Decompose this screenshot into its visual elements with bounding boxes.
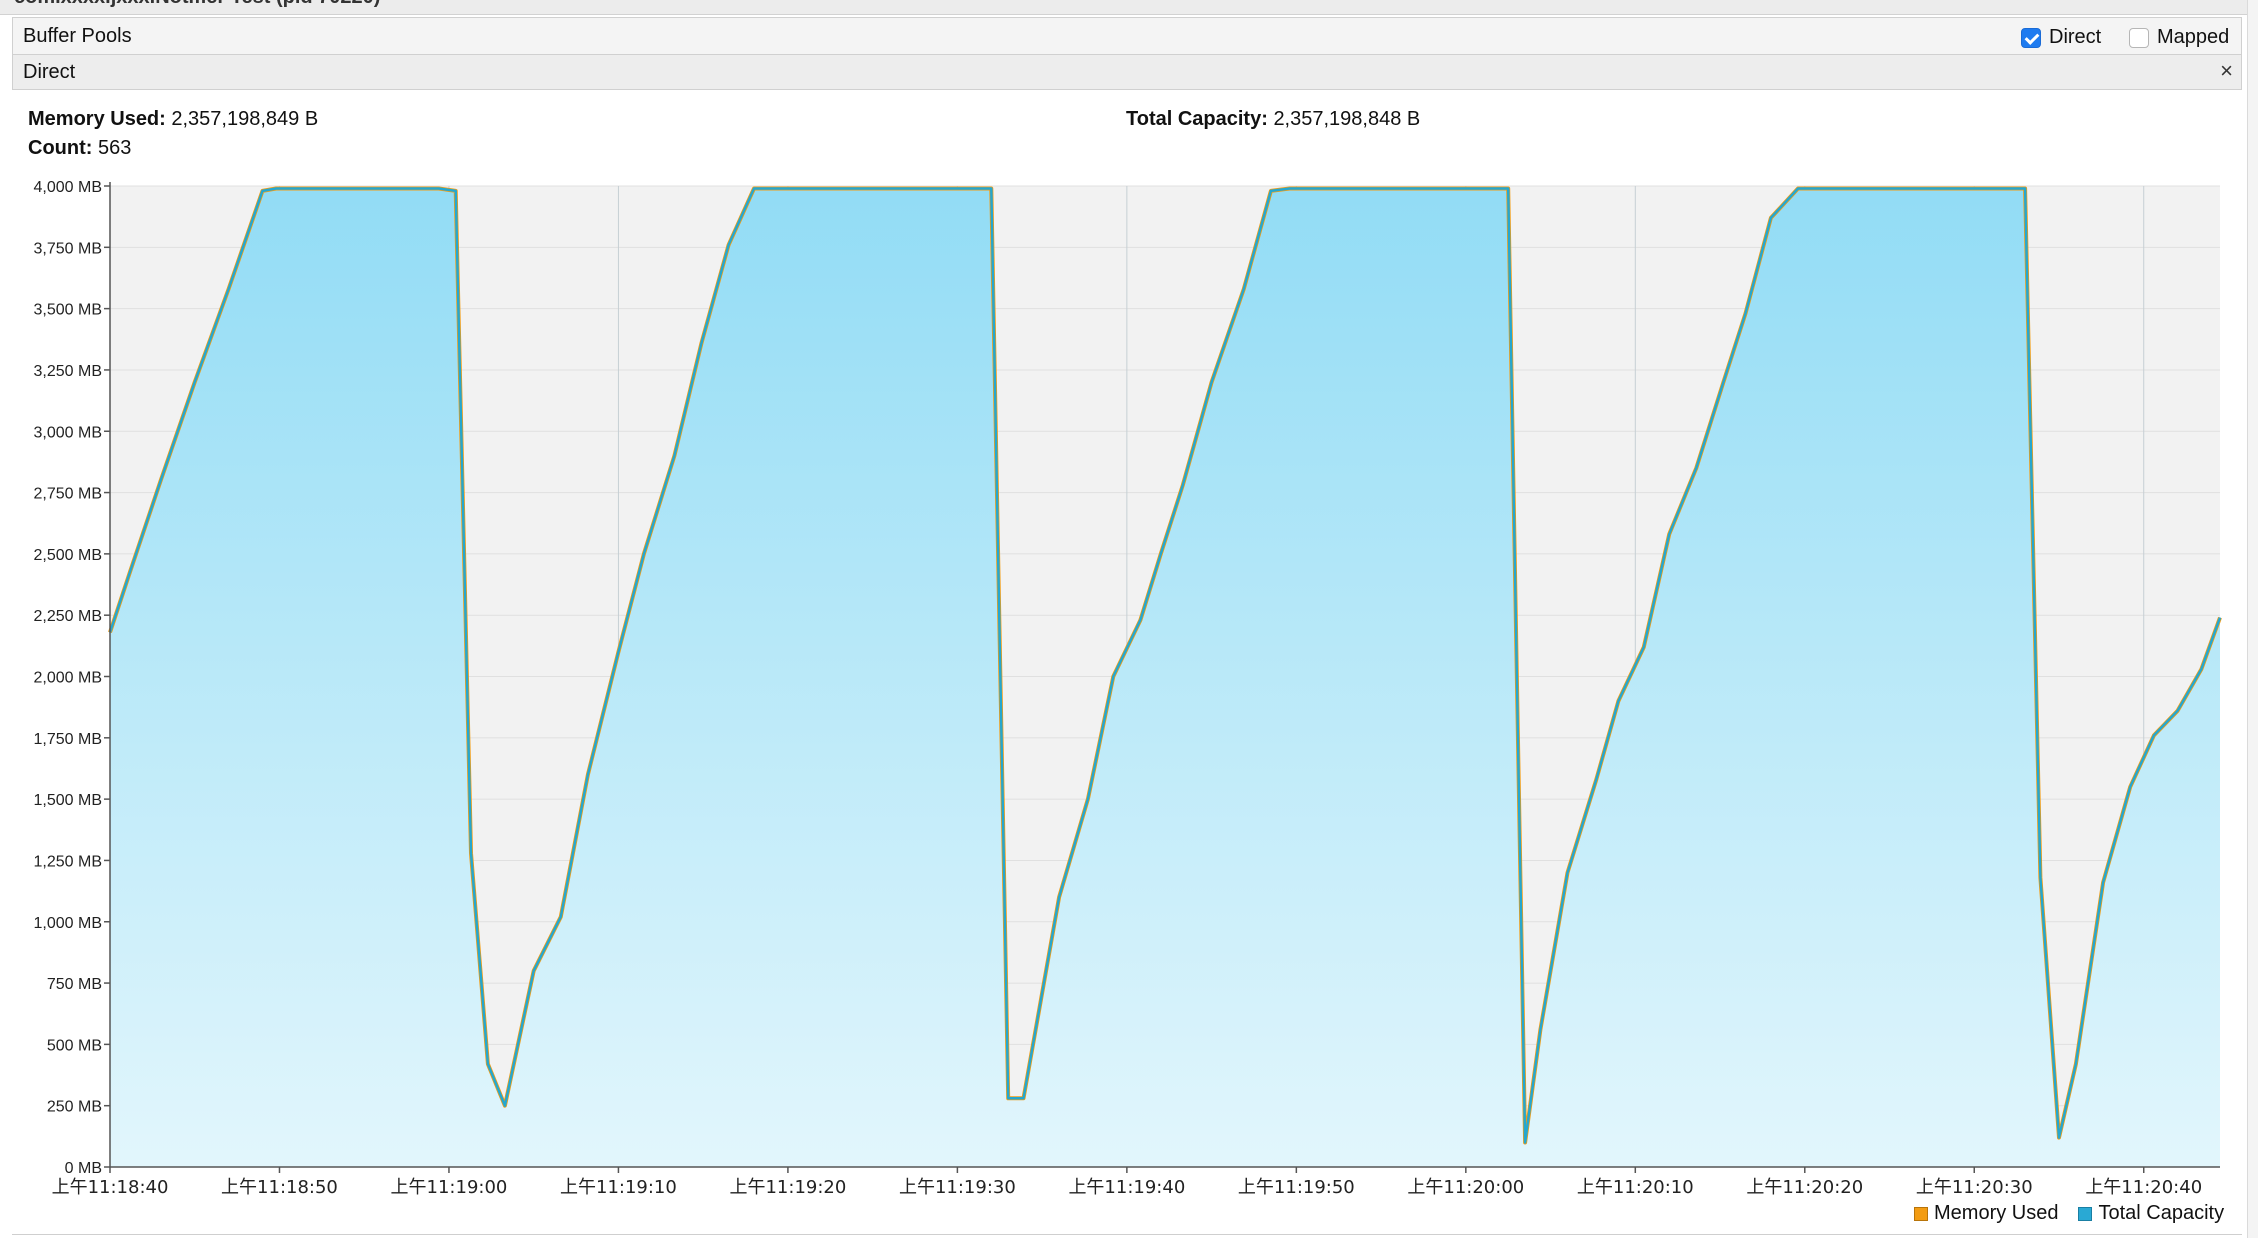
x-tick-label: 上午11:20:30 <box>1916 1177 2033 1198</box>
y-tick-label: 2,500 MB <box>34 547 102 564</box>
x-tick-label: 上午11:18:50 <box>221 1177 338 1198</box>
memory-used-label: Memory Used: <box>28 108 166 130</box>
y-tick-label: 1,500 MB <box>34 792 102 809</box>
x-tick-label: 上午11:18:40 <box>52 1177 169 1198</box>
y-tick-label: 2,250 MB <box>34 608 102 625</box>
y-tick-label: 3,500 MB <box>34 302 102 319</box>
y-tick-label: 750 MB <box>47 976 102 993</box>
direct-panel-header: Direct × <box>12 55 2242 90</box>
y-tick-label: 0 MB <box>65 1160 102 1177</box>
memory-used-value: 2,357,198,849 B <box>171 108 319 130</box>
window-title: com.xxxx.jxxx.Notifier Test (pid 70220) <box>14 0 380 9</box>
direct-panel-title: Direct <box>23 61 76 83</box>
y-tick-label: 3,750 MB <box>34 240 102 257</box>
legend-memory-used: Memory Used <box>1934 1202 2059 1224</box>
memory-used-swatch <box>1914 1206 1928 1221</box>
total-capacity-swatch <box>2078 1206 2093 1221</box>
memory-used-stat: Memory Used: 2,357,198,849 B <box>28 108 318 131</box>
x-tick-label: 上午11:19:50 <box>1238 1177 1355 1198</box>
y-tick-label: 3,250 MB <box>34 363 102 380</box>
mapped-checkbox[interactable]: Mapped <box>2129 26 2229 49</box>
buffer-pools-header: Buffer Pools Direct Mapped <box>12 17 2242 55</box>
total-capacity-label: Total Capacity: <box>1126 108 1268 130</box>
total-capacity-stat: Total Capacity: 2,357,198,848 B <box>1126 108 1420 131</box>
y-tick-label: 3,000 MB <box>34 424 102 441</box>
mapped-checkbox-box[interactable] <box>2129 27 2149 48</box>
x-tick-label: 上午11:20:00 <box>1407 1177 1524 1198</box>
count-value: 563 <box>97 137 132 159</box>
y-tick-label: 1,750 MB <box>34 731 102 748</box>
buffer-pools-title: Buffer Pools <box>23 25 132 47</box>
window-title-strip: com.xxxx.jxxx.Notifier Test (pid 70220) <box>0 0 2258 15</box>
x-tick-label: 上午11:19:10 <box>560 1177 677 1198</box>
total-capacity-value: 2,357,198,848 B <box>1273 108 1421 130</box>
x-tick-label: 上午11:20:40 <box>2085 1177 2202 1198</box>
y-tick-label: 2,000 MB <box>34 670 102 687</box>
y-tick-label: 2,750 MB <box>34 486 102 503</box>
chart-legend: Memory Used Total Capacity <box>1914 1202 2224 1225</box>
legend-total-capacity: Total Capacity <box>2098 1202 2225 1224</box>
direct-checkbox-box[interactable] <box>2021 27 2041 48</box>
window-right-edge <box>2247 0 2258 1238</box>
count-stat: Count: 563 <box>28 137 131 160</box>
panel-bottom-border <box>12 1234 2242 1235</box>
y-tick-label: 500 MB <box>47 1037 102 1054</box>
direct-checkbox-label: Direct <box>2049 26 2102 48</box>
mapped-checkbox-label: Mapped <box>2157 26 2230 48</box>
x-tick-label: 上午11:19:40 <box>1068 1177 1185 1198</box>
x-tick-label: 上午11:20:20 <box>1746 1177 1863 1198</box>
y-tick-label: 1,000 MB <box>34 915 102 932</box>
y-tick-label: 4,000 MB <box>34 179 102 196</box>
buffer-pool-chart: 0 MB 250 MB 500 MB 750 MB 1,000 MB 1,250 MB 1,… <box>34 179 2222 1198</box>
x-tick-label: 上午11:19:30 <box>899 1177 1016 1198</box>
direct-checkbox[interactable]: Direct <box>2021 26 2101 49</box>
count-label: Count: <box>28 137 93 159</box>
close-icon[interactable]: × <box>2220 58 2233 84</box>
x-tick-label: 上午11:20:10 <box>1577 1177 1694 1198</box>
x-tick-label: 上午11:19:00 <box>391 1177 508 1198</box>
y-tick-label: 1,250 MB <box>34 853 102 870</box>
y-tick-label: 250 MB <box>47 1099 102 1116</box>
x-tick-label: 上午11:19:20 <box>729 1177 846 1198</box>
